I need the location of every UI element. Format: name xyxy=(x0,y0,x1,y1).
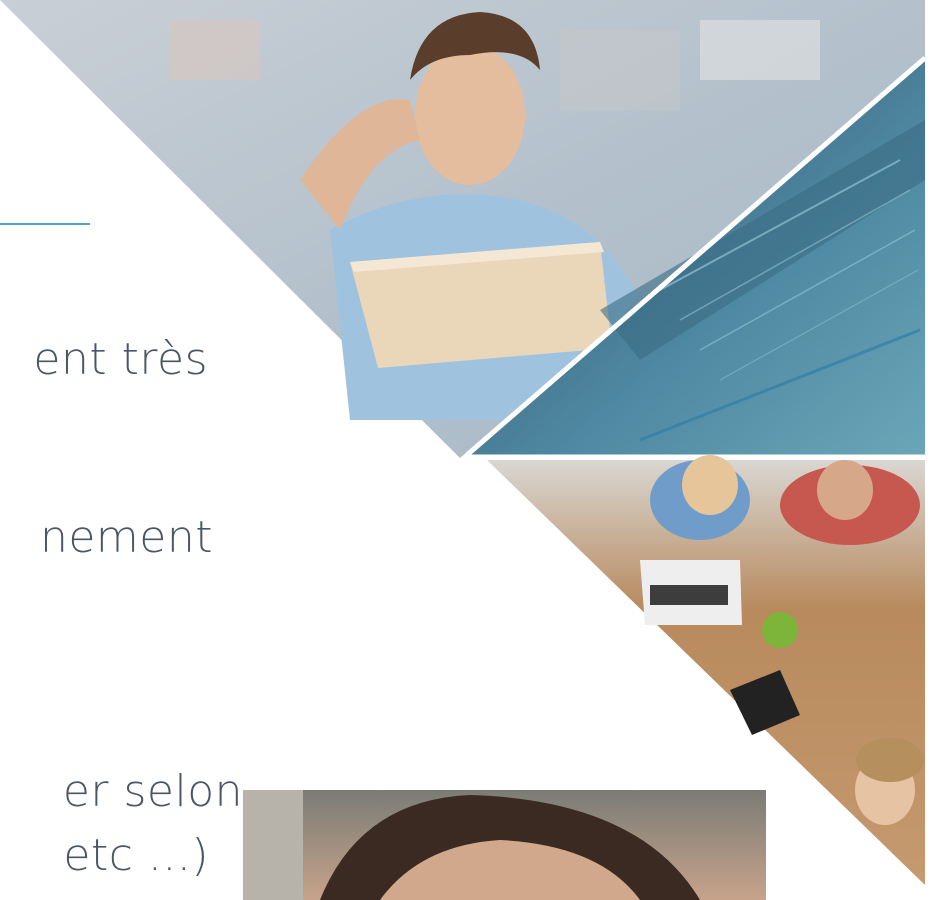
slide: ent très nement er selon etc ...) xyxy=(0,0,937,900)
photo-collage xyxy=(0,0,927,900)
accent-rule xyxy=(0,223,90,225)
video-frame-photo xyxy=(243,790,766,900)
text-fragment-line2: nement xyxy=(39,512,213,563)
text-fragment-line4: etc ...) xyxy=(63,830,209,881)
text-fragment-line1: ent très xyxy=(33,334,208,385)
text-fragment-line3: er selon xyxy=(62,766,243,817)
